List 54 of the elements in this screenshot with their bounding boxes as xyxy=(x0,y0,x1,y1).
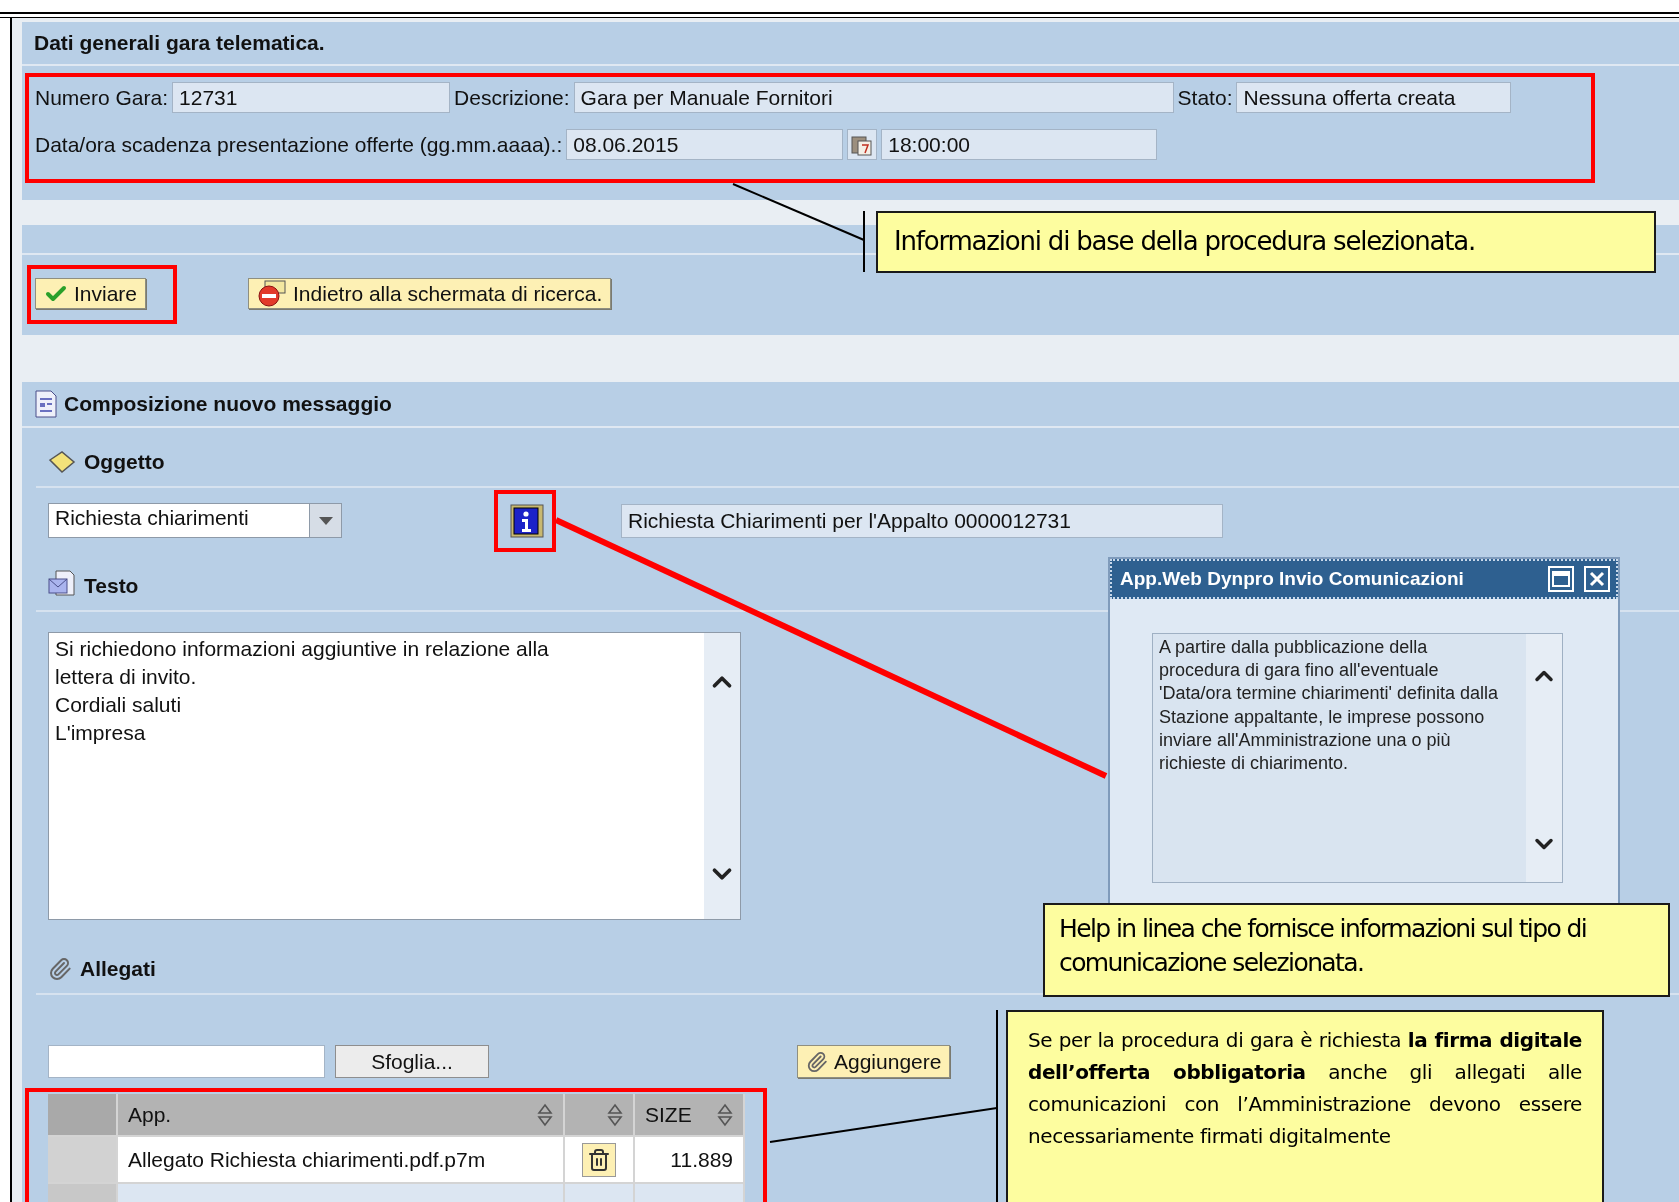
help-text: A partire dalla pubblicazione della procedura di gara fino all'eventuale 'Data/ora termine chiarimenti' definita dalla Stazione appaltante, le imprese possono inviare all'Amministrazione una o più richieste di chiarimento. xyxy=(1158,636,1500,775)
callout-text: Help in linea che fornisce informazioni sul tipo di comunicazione selezionata. xyxy=(1059,914,1587,977)
column-header[interactable]: App. xyxy=(118,1094,565,1135)
row-selector-header xyxy=(48,1094,118,1135)
bracket-line xyxy=(863,210,865,273)
section-title: Composizione nuovo messaggio xyxy=(64,392,392,416)
callout-text: Informazioni di base della procedura selezionata. xyxy=(894,226,1476,256)
dialog-title: App.Web Dynpro Invio Comunicazioni xyxy=(1120,568,1464,590)
subject-field[interactable]: Richiesta Chiarimenti per l'Appalto 0000012731 xyxy=(621,503,1223,538)
section-title: Oggetto xyxy=(84,450,165,474)
sort-icon[interactable] xyxy=(717,1102,733,1127)
close-button[interactable] xyxy=(1584,566,1610,592)
highlight-frame xyxy=(494,490,556,552)
field-label: Numero Gara: xyxy=(35,85,169,110)
delete-button[interactable] xyxy=(582,1142,616,1177)
message-field[interactable]: Si richiedono informazioni aggiuntive in relazione alla lettera di invito. Cordiali saluti L'impresa xyxy=(48,632,741,920)
type-dropdown[interactable]: Richiesta chiarimenti xyxy=(48,503,342,538)
text-field[interactable]: 12731 xyxy=(172,82,451,113)
dropdown-arrow-icon xyxy=(318,516,333,525)
maximize-button[interactable] xyxy=(1548,566,1574,592)
field-label: Stato: xyxy=(1177,85,1233,110)
maximize-icon xyxy=(1552,571,1570,587)
add-button[interactable]: Aggiungere xyxy=(797,1045,951,1078)
sort-icon[interactable] xyxy=(607,1102,623,1127)
text-field[interactable]: Gara per Manuale Fornitori xyxy=(573,82,1174,113)
file-field[interactable] xyxy=(48,1045,325,1078)
table-cell: Allegato Richiesta chiarimenti.pdf.p7m xyxy=(118,1135,565,1182)
close-icon xyxy=(1589,571,1605,587)
callout-text: Se per la procedura di gara è richiesta la firma digitale dell’offerta obbligatoria anche gli allegati alle comunicazioni con l’Amministrazione devono essere necessariamente firmati digitalmente xyxy=(1028,1028,1582,1148)
stop-icon xyxy=(257,279,288,308)
browse-button[interactable]: Sfoglia... xyxy=(335,1045,489,1078)
section-title: Dati generali gara telematica. xyxy=(34,31,325,55)
section-title: Testo xyxy=(84,574,139,598)
paperclip-icon xyxy=(806,1050,828,1073)
text-field[interactable]: Nessuna offerta creata xyxy=(1236,82,1512,113)
date-field[interactable]: 08.06.2015 xyxy=(566,129,844,160)
paperclip-icon xyxy=(48,957,72,981)
time-field[interactable]: 18:00:00 xyxy=(881,129,1158,160)
calendar-icon xyxy=(851,133,874,156)
info-icon[interactable] xyxy=(510,503,544,538)
sort-icon[interactable] xyxy=(537,1102,553,1127)
back-button[interactable]: Indietro alla schermata di ricerca. xyxy=(248,278,612,309)
column-header[interactable] xyxy=(565,1094,635,1135)
field-label: Descrizione: xyxy=(454,85,570,110)
document-icon xyxy=(34,390,58,418)
calendar-button[interactable] xyxy=(847,129,878,160)
trash-icon xyxy=(587,1147,611,1172)
field-label: Data/ora scadenza presentazione offerte (gg.mm.aaaa).: xyxy=(35,132,563,157)
column-header[interactable]: SIZE xyxy=(635,1094,745,1135)
section-title: Allegati xyxy=(80,957,156,981)
envelope-icon xyxy=(48,570,76,598)
tag-icon xyxy=(48,450,76,474)
table-cell: 11.889 xyxy=(635,1135,745,1182)
send-button[interactable]: Inviare xyxy=(35,278,147,309)
